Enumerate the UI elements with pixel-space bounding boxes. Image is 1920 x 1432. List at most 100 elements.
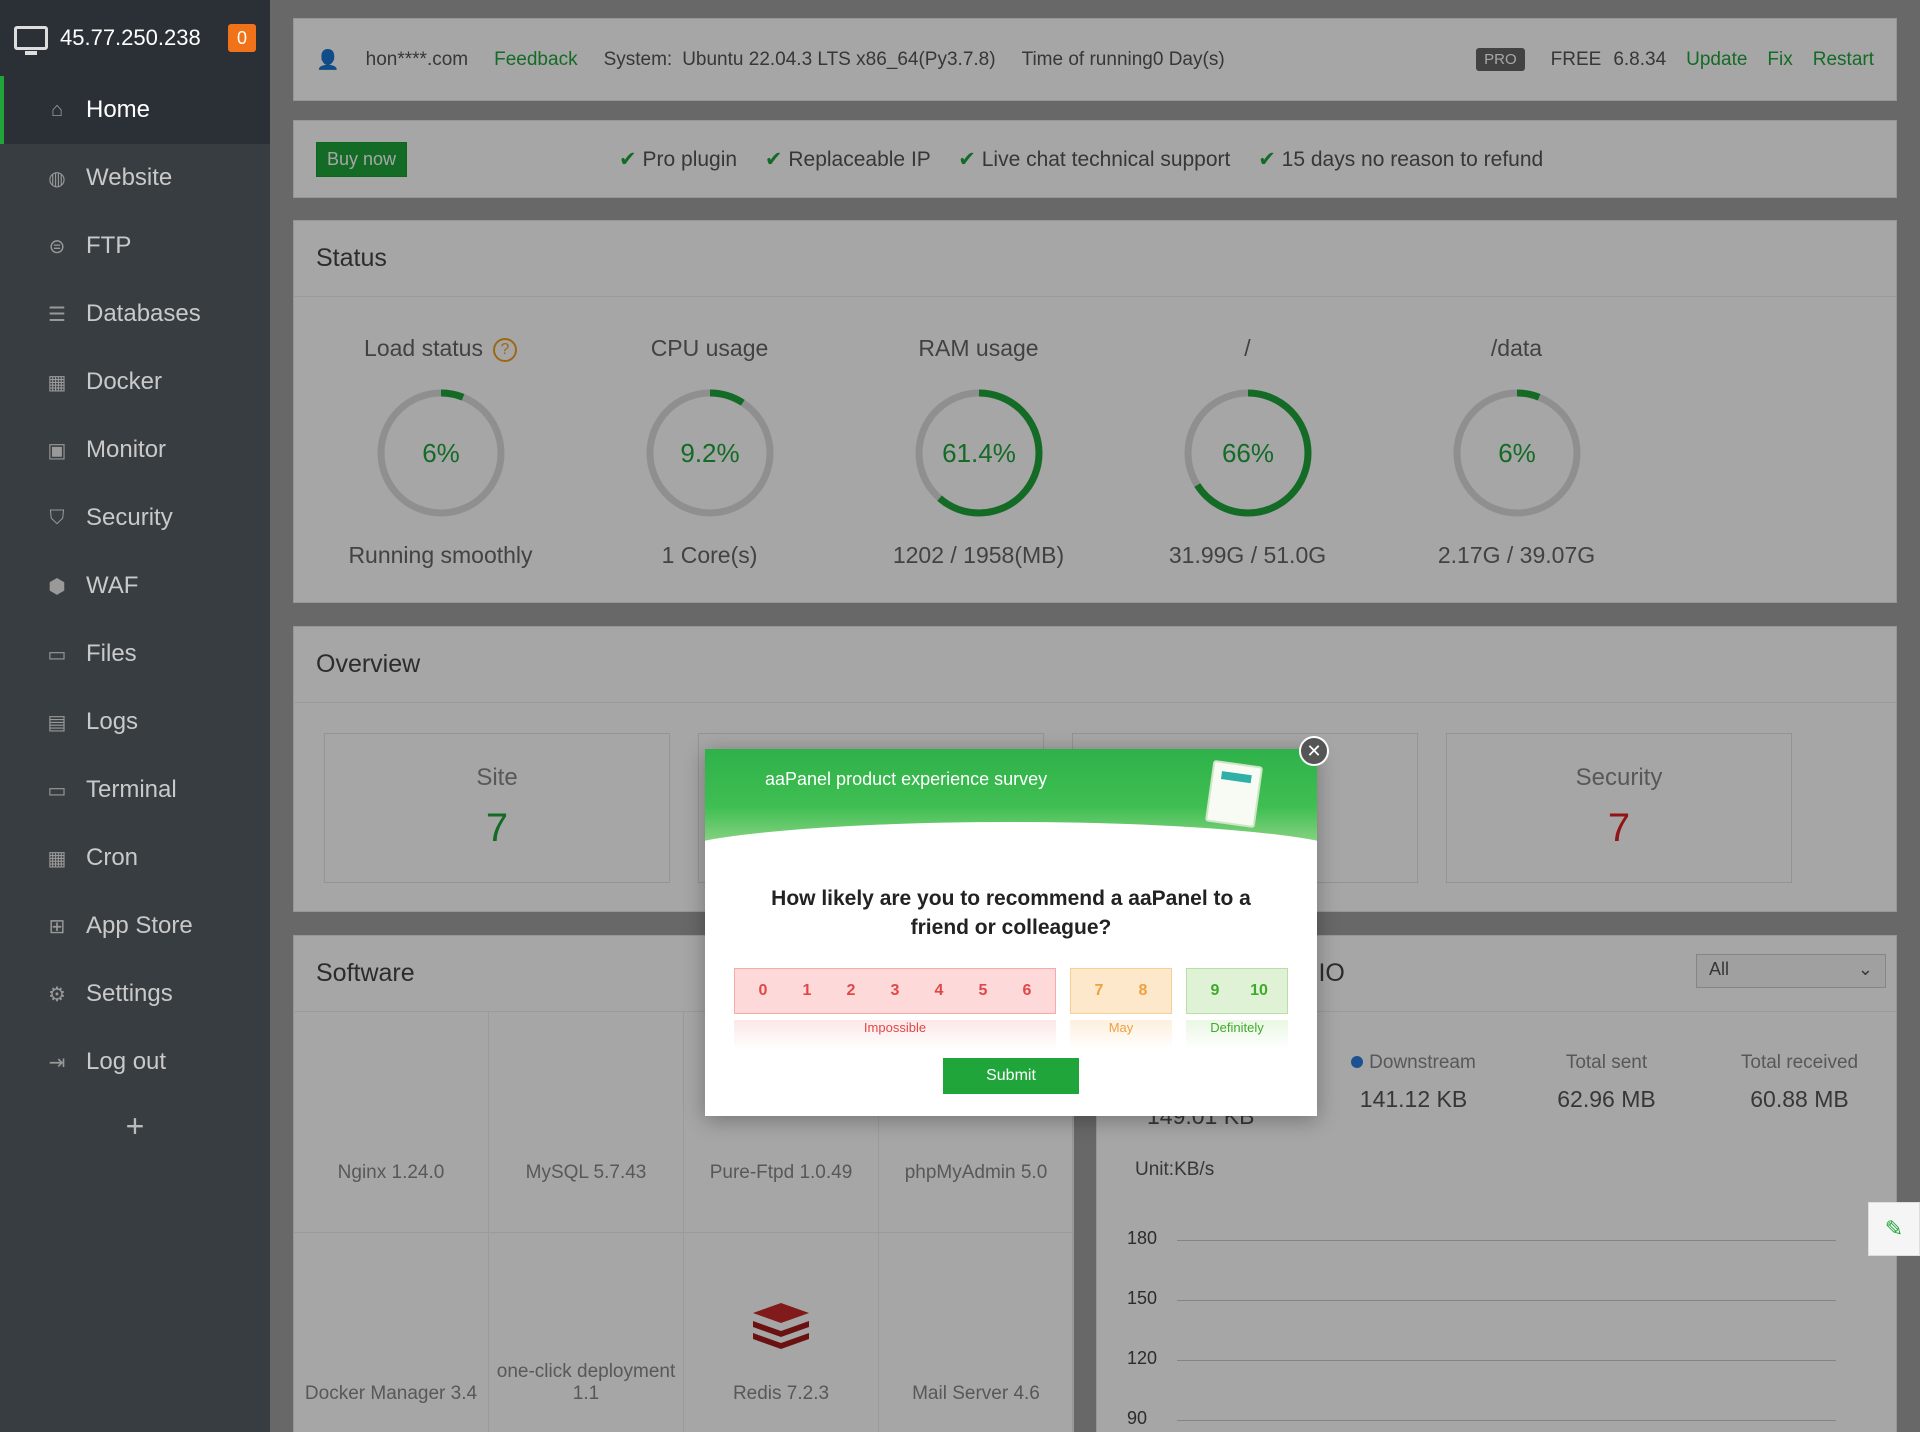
running-time: Time of running0 Day(s): [1021, 48, 1225, 70]
feature-replaceable-ip: Replaceable IP: [788, 147, 931, 171]
ftp-icon: ⊜: [48, 235, 66, 258]
buy-now-button[interactable]: Buy now: [316, 141, 408, 177]
security-count[interactable]: 7: [1447, 806, 1791, 851]
brand-bar: 45.77.250.238 0: [0, 0, 270, 76]
monitor-icon: [14, 26, 48, 55]
total-received-stat: Total received 60.88 MB: [1740, 1052, 1859, 1112]
logout-icon: ⇥: [48, 1051, 66, 1074]
sidebar-item-settings[interactable]: ⚙ Settings: [0, 960, 270, 1028]
feedback-link[interactable]: Feedback: [494, 49, 577, 71]
docker-icon: ▦: [47, 371, 67, 394]
check-icon: ✔: [958, 147, 976, 171]
gauge-title: Load status?: [306, 335, 575, 365]
survey-header: aaPanel product experience survey: [705, 749, 1317, 846]
gauge-3[interactable]: / 66% 31.99G / 51.0G: [1113, 297, 1382, 569]
survey-modal: aaPanel product experience survey How li…: [705, 749, 1317, 1116]
server-ip: 45.77.250.238: [60, 25, 201, 50]
shield-icon: ⛉: [49, 506, 65, 529]
status-title: Status: [294, 221, 1896, 297]
fix-link[interactable]: Fix: [1767, 49, 1792, 71]
nps-option-6[interactable]: 6: [1005, 982, 1049, 1000]
gauge-title: RAM usage: [918, 335, 1039, 361]
overview-site[interactable]: Site 7: [324, 733, 670, 883]
sidebar-item-waf[interactable]: ⬢ WAF: [0, 552, 270, 620]
nps-option-3[interactable]: 3: [873, 982, 917, 1000]
sidebar-item-app-store[interactable]: ⊞ App Store: [0, 892, 270, 960]
sidebar-item-logs[interactable]: ▤ Logs: [0, 688, 270, 756]
promo-features: ✔ Pro plugin ✔ Replaceable IP ✔ Live cha…: [597, 147, 1543, 172]
restart-link[interactable]: Restart: [1813, 49, 1874, 71]
gauge-value: 66%: [1221, 438, 1273, 468]
check-icon: ✔: [1258, 147, 1276, 171]
software-item[interactable]: Mail Server 4.6: [879, 1233, 1074, 1432]
nps-label-impossible: Impossible: [734, 1020, 1056, 1050]
sidebar-item-logout[interactable]: ⇥ Log out: [0, 1028, 270, 1096]
feedback-edit-icon[interactable]: ✎: [1868, 1202, 1920, 1256]
check-icon: ✔: [764, 147, 783, 171]
overview-title: Overview: [294, 627, 1896, 703]
sidebar-item-cron[interactable]: ▦ Cron: [0, 824, 270, 892]
gauge-title: /: [1244, 335, 1251, 361]
waf-icon: ⬢: [48, 575, 66, 598]
nps-label-definitely: Definitely: [1186, 1020, 1288, 1050]
site-count[interactable]: 7: [325, 806, 669, 851]
sidebar-item-databases[interactable]: ☰ Databases: [0, 280, 270, 348]
top-info-bar: 👤 hon****.com Feedback System: Ubuntu 22…: [293, 18, 1897, 101]
gauge-subtitle: 2.17G / 39.07G: [1437, 542, 1596, 568]
chevron-down-icon: ⌄: [1857, 959, 1873, 979]
gauge-2[interactable]: RAM usage 61.4% 1202 / 1958(MB): [844, 297, 1113, 569]
add-menu-button[interactable]: +: [0, 1108, 270, 1145]
gauge-row: Load status? 6% Running smoothly CPU usage 9…: [294, 297, 1896, 569]
submit-button[interactable]: Submit: [943, 1058, 1079, 1094]
pro-badge[interactable]: PRO: [1476, 48, 1525, 71]
nps-option-1[interactable]: 1: [785, 982, 829, 1000]
software-item[interactable]: Nginx 1.24.0: [294, 1012, 489, 1233]
survey-title: aaPanel product experience survey: [765, 769, 1048, 789]
nps-option-0[interactable]: 0: [741, 982, 785, 1000]
nps-option-7[interactable]: 7: [1077, 982, 1121, 1000]
sidebar-item-website[interactable]: ◍ Website: [0, 144, 270, 212]
username[interactable]: hon****.com: [366, 49, 468, 71]
sidebar-item-files[interactable]: ▭ Files: [0, 620, 270, 688]
user-icon: 👤: [316, 49, 340, 71]
help-icon[interactable]: ?: [492, 337, 517, 362]
gauge-0[interactable]: Load status? 6% Running smoothly: [306, 297, 575, 569]
gauge-value: 61.4%: [942, 438, 1016, 468]
sidebar-item-home[interactable]: ⌂ Home: [0, 76, 270, 144]
software-item[interactable]: Redis 7.2.3: [684, 1233, 879, 1432]
nps-option-9[interactable]: 9: [1193, 982, 1237, 1000]
sidebar-item-terminal[interactable]: ▭ Terminal: [0, 756, 270, 824]
gauge-value: 6%: [422, 438, 460, 468]
gauge-ring: 66%: [1184, 389, 1311, 517]
notification-badge[interactable]: 0: [228, 24, 256, 52]
status-panel: Status Load status? 6% Running smoothly CPU…: [293, 220, 1897, 603]
sidebar-item-monitor[interactable]: ▣ Monitor: [0, 416, 270, 484]
gauge-subtitle: 1 Core(s): [661, 542, 758, 568]
nps-scale: 0 1 2 3 4 5 6 Impossible 7 8 May 9 10 De…: [705, 968, 1317, 1050]
software-item[interactable]: Docker Manager 3.4: [294, 1233, 489, 1432]
software-item[interactable]: MySQL 5.7.43: [489, 1012, 684, 1233]
gauge-4[interactable]: /data 6% 2.17G / 39.07G: [1382, 297, 1651, 569]
globe-icon: ◍: [48, 167, 66, 190]
sidebar-item-docker[interactable]: ▦ Docker: [0, 348, 270, 416]
nps-option-8[interactable]: 8: [1121, 982, 1165, 1000]
nps-option-10[interactable]: 10: [1237, 982, 1281, 1000]
gauge-title: /data: [1490, 335, 1543, 361]
apps-icon: ⊞: [48, 915, 66, 938]
home-icon: ⌂: [50, 98, 64, 121]
gauge-ring: 9.2%: [646, 389, 773, 517]
gauge-1[interactable]: CPU usage 9.2% 1 Core(s): [575, 297, 844, 569]
nps-option-4[interactable]: 4: [917, 982, 961, 1000]
chart-unit: Unit:KB/s: [1135, 1159, 1215, 1180]
software-item[interactable]: one-click deployment 1.1: [489, 1233, 684, 1432]
update-link[interactable]: Update: [1686, 49, 1747, 71]
sidebar-item-security[interactable]: ⛉ Security: [0, 484, 270, 552]
folder-icon: ▭: [47, 643, 67, 666]
gauge-ring: 61.4%: [915, 389, 1042, 517]
nps-option-5[interactable]: 5: [961, 982, 1005, 1000]
overview-security[interactable]: Security 7: [1446, 733, 1792, 883]
close-icon[interactable]: ✕: [1299, 736, 1329, 766]
traffic-select[interactable]: All ⌄: [1696, 954, 1886, 988]
sidebar-item-ftp[interactable]: ⊜ FTP: [0, 212, 270, 280]
nps-option-2[interactable]: 2: [829, 982, 873, 1000]
